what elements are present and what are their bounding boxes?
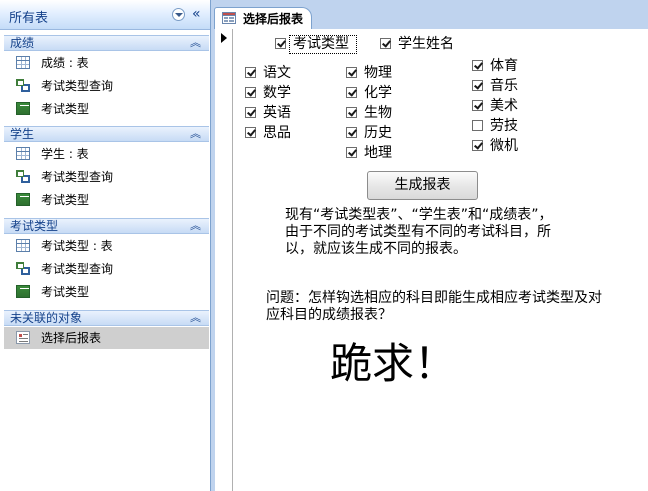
nav-group-label: 考试类型: [10, 219, 59, 233]
checkbox-box[interactable]: [346, 147, 357, 158]
nav-group-label: 未关联的对象: [10, 311, 83, 325]
tab-label: 选择后报表: [243, 12, 304, 26]
nav-group-header[interactable]: 学生 ︽: [4, 126, 209, 142]
checkbox-label: 物理: [364, 65, 392, 81]
checkbox-box[interactable]: [346, 67, 357, 78]
nav-group-header[interactable]: 考试类型 ︽: [4, 218, 209, 234]
checkbox-label: 考试类型: [293, 36, 349, 52]
nav-item-label: 考试类型查询: [41, 79, 114, 93]
query-icon: [16, 262, 30, 275]
nav-item-label: 考试类型: [41, 193, 90, 207]
form-tab-icon: [222, 12, 236, 24]
collapse-group-icon[interactable]: ︽: [190, 311, 201, 325]
checkbox-label: 英语: [263, 105, 291, 121]
nav-group-label: 学生: [10, 127, 35, 141]
chevron-down-icon[interactable]: [172, 8, 185, 21]
nav-item[interactable]: 学生 : 表: [4, 143, 209, 165]
nav-pane-header[interactable]: 所有表 «: [0, 0, 210, 30]
nav-item-label: 考试类型 : 表: [41, 239, 113, 253]
checkbox-label: 体育: [490, 58, 518, 74]
checkbox-label: 数学: [263, 85, 291, 101]
nav-item[interactable]: 选择后报表: [4, 327, 209, 349]
collapse-group-icon[interactable]: ︽: [190, 36, 201, 50]
checkbox-label: 语文: [263, 65, 291, 81]
query-icon: [16, 79, 30, 92]
nav-group-header[interactable]: 未关联的对象 ︽: [4, 310, 209, 326]
checkbox-box[interactable]: [245, 87, 256, 98]
checkbox-label: 微机: [490, 138, 518, 154]
report-icon: [16, 331, 30, 344]
checkbox-label: 历史: [364, 125, 392, 141]
checkbox-box[interactable]: [245, 67, 256, 78]
description-text: 现有“考试类型表”、“学生表”和“成绩表”，由于不同的考试类型有不同的考试科目，…: [285, 207, 553, 257]
nav-item[interactable]: 考试类型查询: [4, 75, 209, 97]
query-icon: [16, 170, 30, 183]
checkbox-label: 美术: [490, 98, 518, 114]
checkbox-box[interactable]: [346, 127, 357, 138]
table-icon: [16, 147, 30, 160]
collapse-group-icon[interactable]: ︽: [190, 219, 201, 233]
checkbox-box[interactable]: [472, 120, 483, 131]
checkbox-label: 思品: [263, 125, 291, 141]
nav-item[interactable]: 考试类型 : 表: [4, 235, 209, 257]
checkbox-box[interactable]: [346, 87, 357, 98]
checkbox-label: 地理: [364, 145, 392, 161]
checkbox-box[interactable]: [245, 127, 256, 138]
nav-item[interactable]: 考试类型: [4, 189, 209, 211]
document-tab[interactable]: 选择后报表: [214, 7, 312, 29]
nav-item[interactable]: 考试类型: [4, 98, 209, 120]
nav-item-label: 考试类型查询: [41, 170, 114, 184]
nav-item[interactable]: 成绩 : 表: [4, 52, 209, 74]
checkbox-label: 化学: [364, 85, 392, 101]
collapse-group-icon[interactable]: ︽: [190, 127, 201, 141]
nav-item[interactable]: 考试类型查询: [4, 166, 209, 188]
checkbox-box[interactable]: [472, 60, 483, 71]
nav-item[interactable]: 考试类型: [4, 281, 209, 303]
nav-pane-title: 所有表: [9, 11, 49, 26]
nav-group-label: 成绩: [10, 36, 35, 50]
checkbox-label: 劳技: [490, 118, 518, 134]
checkbox-box[interactable]: [472, 80, 483, 91]
checkbox-box[interactable]: [346, 107, 357, 118]
nav-group-header[interactable]: 成绩 ︽: [4, 35, 209, 51]
question-text: 问题：怎样钩选相应的科目即能生成相应考试类型及对应科目的成绩报表？: [266, 290, 602, 323]
record-selector[interactable]: [215, 29, 233, 491]
nav-item-label: 考试类型: [41, 285, 90, 299]
checkbox-box[interactable]: [472, 140, 483, 151]
collapse-pane-icon[interactable]: «: [192, 6, 201, 22]
checkbox-label: 生物: [364, 105, 392, 121]
checkbox-box[interactable]: [245, 107, 256, 118]
nav-item-label: 学生 : 表: [41, 147, 89, 161]
checkbox-label: 音乐: [490, 78, 518, 94]
nav-item-label: 成绩 : 表: [41, 56, 89, 70]
nav-item-label: 考试类型: [41, 102, 90, 116]
form-icon: [16, 102, 30, 115]
current-record-arrow-icon: [221, 33, 227, 43]
checkbox-label: 学生姓名: [398, 36, 454, 52]
nav-item-label: 选择后报表: [41, 331, 102, 345]
navigation-pane: 所有表 « 成绩 ︽ 成绩 : 表 考试类型查询 考试类型 学生 ︽ 学生 : …: [0, 0, 211, 491]
nav-item[interactable]: 考试类型查询: [4, 258, 209, 280]
form-icon: [16, 193, 30, 206]
table-icon: [16, 239, 30, 252]
form-icon: [16, 285, 30, 298]
plea-text: 跪求！: [330, 339, 457, 388]
checkbox-box[interactable]: [275, 38, 286, 49]
checkbox-box[interactable]: [472, 100, 483, 111]
table-icon: [16, 56, 30, 69]
nav-item-label: 考试类型查询: [41, 262, 114, 276]
checkbox-box[interactable]: [380, 38, 391, 49]
generate-report-button[interactable]: 生成报表: [367, 171, 478, 200]
